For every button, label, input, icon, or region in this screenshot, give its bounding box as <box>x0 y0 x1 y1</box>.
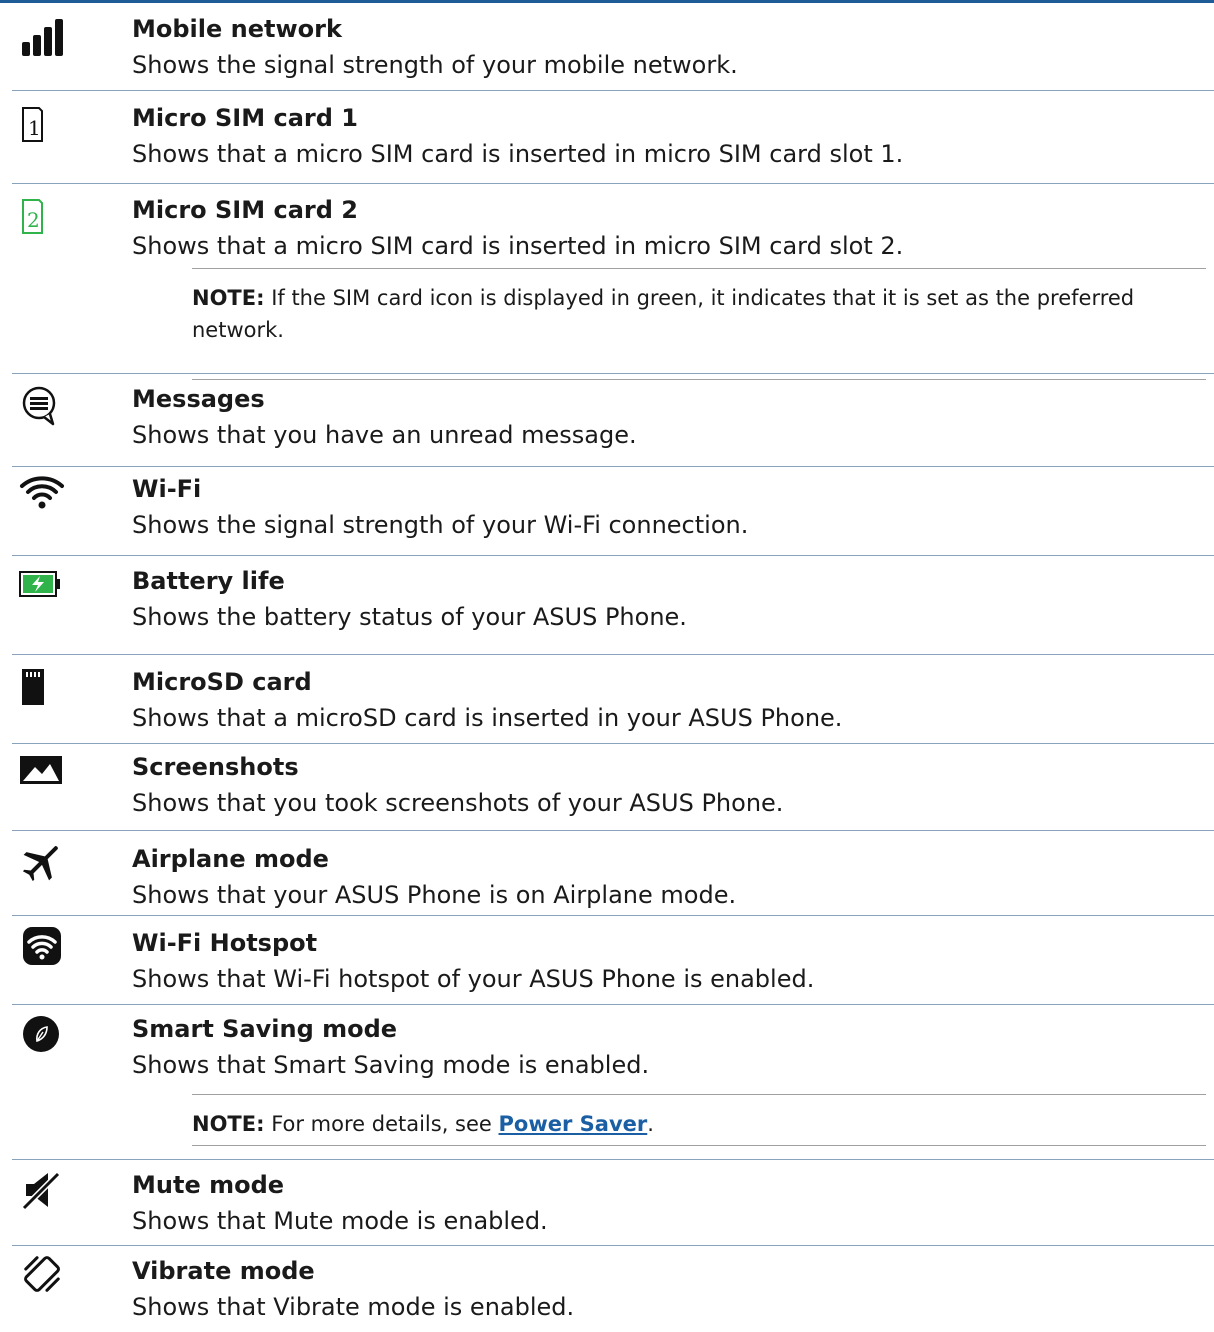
note-text: NOTE: For more details, see Power Saver. <box>192 1108 1182 1140</box>
item-title: Smart Saving mode <box>132 1015 398 1043</box>
note-rule <box>192 1145 1206 1146</box>
item-description: Shows that Vibrate mode is enabled. <box>132 1293 575 1321</box>
signal-bars-icon <box>18 18 66 58</box>
note-body: If the SIM card icon is displayed in gre… <box>192 286 1135 342</box>
airplane-icon <box>18 842 66 882</box>
divider <box>12 915 1214 916</box>
microsd-card-icon <box>18 667 66 707</box>
divider <box>12 830 1214 831</box>
note-tail: . <box>647 1112 654 1136</box>
divider <box>12 555 1214 556</box>
vibrate-icon <box>18 1254 66 1294</box>
note-body: For more details, see <box>271 1112 499 1136</box>
wifi-hotspot-icon <box>18 926 66 966</box>
message-icon <box>18 386 66 426</box>
item-title: Messages <box>132 385 265 413</box>
item-title: Mobile network <box>132 15 342 43</box>
item-description: Shows that you took screenshots of your … <box>132 789 784 817</box>
item-description: Shows that you have an unread message. <box>132 421 637 449</box>
item-description: Shows that Mute mode is enabled. <box>132 1207 548 1235</box>
item-title: Battery life <box>132 567 285 595</box>
svg-text:2: 2 <box>27 208 40 232</box>
item-title: Wi-Fi Hotspot <box>132 929 318 957</box>
item-description: Shows the battery status of your ASUS Ph… <box>132 603 687 631</box>
item-description: Shows that a microSD card is inserted in… <box>132 704 843 732</box>
note-label: NOTE: <box>192 1112 265 1136</box>
sim-card-1-icon: 1 <box>18 105 66 145</box>
divider <box>12 654 1214 655</box>
divider <box>12 743 1214 744</box>
divider <box>12 1159 1214 1160</box>
note-label: NOTE: <box>192 286 265 310</box>
power-saver-link[interactable]: Power Saver <box>499 1112 648 1136</box>
svg-text:1: 1 <box>28 116 41 140</box>
item-description: Shows that Wi-Fi hotspot of your ASUS Ph… <box>132 965 815 993</box>
wifi-icon <box>18 472 66 512</box>
item-title: Micro SIM card 2 <box>132 196 358 224</box>
divider <box>12 1245 1214 1246</box>
divider <box>12 90 1214 91</box>
item-description: Shows the signal strength of your Wi-Fi … <box>132 511 749 539</box>
note-rule <box>192 379 1206 380</box>
item-title: MicroSD card <box>132 668 312 696</box>
divider <box>12 183 1214 184</box>
note-text: NOTE: If the SIM card icon is displayed … <box>192 282 1182 346</box>
item-title: Wi-Fi <box>132 475 202 503</box>
item-description: Shows that Smart Saving mode is enabled. <box>132 1051 650 1079</box>
divider <box>12 1004 1214 1005</box>
item-title: Micro SIM card 1 <box>132 104 358 132</box>
top-rule <box>0 0 1214 3</box>
sim-card-2-icon: 2 <box>18 197 66 237</box>
item-description: Shows that a micro SIM card is inserted … <box>132 140 904 168</box>
divider <box>12 373 1214 374</box>
item-description: Shows the signal strength of your mobile… <box>132 51 738 79</box>
screenshot-icon <box>18 750 66 790</box>
leaf-icon <box>18 1014 66 1054</box>
note-rule <box>192 1094 1206 1095</box>
item-title: Vibrate mode <box>132 1257 315 1285</box>
note-rule <box>192 268 1206 269</box>
battery-icon <box>18 564 66 604</box>
mute-icon <box>18 1170 66 1210</box>
item-description: Shows that a micro SIM card is inserted … <box>132 232 904 260</box>
item-title: Screenshots <box>132 753 299 781</box>
item-title: Airplane mode <box>132 845 329 873</box>
item-description: Shows that your ASUS Phone is on Airplan… <box>132 881 737 909</box>
item-title: Mute mode <box>132 1171 285 1199</box>
divider <box>12 466 1214 467</box>
